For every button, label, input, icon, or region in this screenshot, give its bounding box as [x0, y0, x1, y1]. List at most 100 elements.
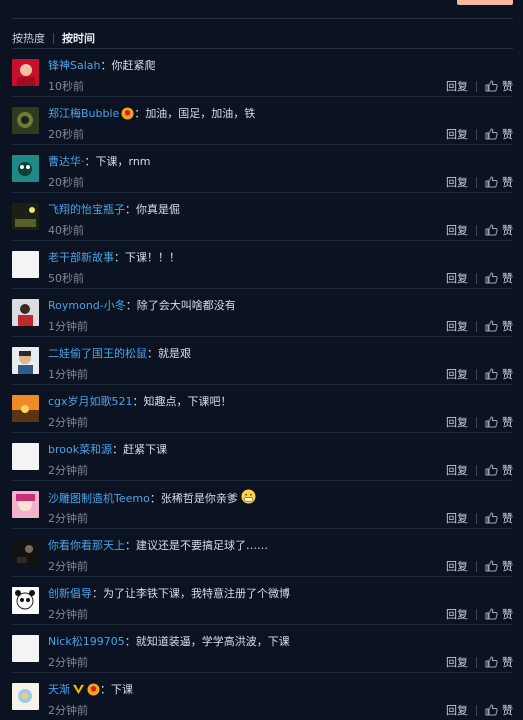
comment-actions: 回复 赞	[446, 126, 513, 142]
reply-button[interactable]: 回复	[446, 174, 468, 190]
sort-by-time-tab[interactable]: 按时间	[62, 30, 95, 46]
username-link[interactable]: 飞翔的怡宝瓶子	[48, 201, 125, 217]
user-avatar[interactable]	[12, 587, 39, 614]
thumbs-up-icon	[485, 416, 498, 428]
action-divider	[476, 464, 477, 476]
reply-button[interactable]: 回复	[446, 654, 468, 670]
like-label: 赞	[502, 464, 513, 477]
comment-list: 锋神Salah：你赶紧爬 10秒前 回复 赞 郑江梅Bubble：加油，国足，加…	[12, 48, 513, 720]
user-avatar[interactable]	[12, 107, 39, 134]
colon: ：	[149, 492, 161, 505]
username-link[interactable]: Roymond-小冬	[48, 297, 126, 313]
user-avatar[interactable]	[12, 203, 39, 230]
like-button[interactable]: 赞	[485, 366, 513, 382]
user-avatar[interactable]	[12, 635, 39, 662]
comment-time: 2分钟前	[48, 464, 88, 477]
action-divider	[476, 416, 477, 428]
like-button[interactable]: 赞	[485, 270, 513, 286]
comment-text: 下课，rnm	[95, 155, 151, 168]
like-button[interactable]: 赞	[485, 606, 513, 622]
user-avatar[interactable]	[12, 395, 39, 422]
like-button[interactable]: 赞	[485, 174, 513, 190]
comment-time: 20秒前	[48, 176, 84, 189]
username-link[interactable]: 你看你看那天上	[48, 537, 125, 553]
comment-text: 张稀哲是你亲爹	[160, 492, 238, 505]
sort-by-hot-tab[interactable]: 按热度	[12, 30, 45, 46]
reply-button[interactable]: 回复	[446, 78, 468, 94]
v-badge-icon	[72, 683, 85, 696]
username-link[interactable]: 沙雕图制造机Teemo	[48, 490, 150, 506]
like-label: 赞	[502, 608, 513, 621]
reply-button[interactable]: 回复	[446, 462, 468, 478]
comment-item: 创新倡导：为了让李铁下课，我特意注册了个微博 2分钟前 回复 赞	[12, 576, 513, 624]
username-link[interactable]: 天渐	[48, 681, 70, 697]
like-label: 赞	[502, 512, 513, 525]
like-button[interactable]: 赞	[485, 462, 513, 478]
thumbs-up-icon	[485, 464, 498, 476]
username-link[interactable]: 曹达华·	[48, 153, 85, 169]
comment-time: 2分钟前	[48, 608, 88, 621]
user-avatar[interactable]	[12, 155, 39, 182]
comment-line: 飞翔的怡宝瓶子：你真是倔	[48, 201, 180, 217]
username-link[interactable]: brook菜和源	[48, 441, 112, 457]
reply-button[interactable]: 回复	[446, 222, 468, 238]
username-link[interactable]: Nick松199705	[48, 633, 125, 649]
reply-button[interactable]: 回复	[446, 366, 468, 382]
comment-item: 二娃偷了国王的松鼠：就是艰 1分钟前 回复 赞	[12, 336, 513, 384]
reply-button[interactable]: 回复	[446, 606, 468, 622]
thumbs-up-icon	[485, 80, 498, 92]
like-button[interactable]: 赞	[485, 654, 513, 670]
like-button[interactable]: 赞	[485, 414, 513, 430]
username-link[interactable]: 老干部新故事	[48, 249, 114, 265]
comment-time: 2分钟前	[48, 416, 88, 429]
comment-actions: 回复 赞	[446, 558, 513, 574]
user-avatar[interactable]	[12, 491, 39, 518]
username-link[interactable]: cgx岁月如歌521	[48, 393, 133, 409]
comment-item: Nick松199705：就知道装逼，学学高洪波，下课 2分钟前 回复 赞	[12, 624, 513, 672]
user-avatar[interactable]	[12, 299, 39, 326]
colon: ：	[112, 443, 124, 456]
comment-item: 曹达华·：下课，rnm 20秒前 回复 赞	[12, 144, 513, 192]
user-avatar[interactable]	[12, 539, 39, 566]
user-avatar[interactable]	[12, 59, 39, 86]
like-button[interactable]: 赞	[485, 78, 513, 94]
like-button[interactable]: 赞	[485, 318, 513, 334]
reply-button[interactable]: 回复	[446, 318, 468, 334]
reply-button[interactable]: 回复	[446, 270, 468, 286]
reply-button[interactable]: 回复	[446, 702, 468, 718]
like-button[interactable]: 赞	[485, 558, 513, 574]
comment-line: 郑江梅Bubble ：加油，国足，加油，铁	[48, 105, 255, 121]
like-label: 赞	[502, 272, 513, 285]
action-divider	[476, 656, 477, 668]
reply-button[interactable]: 回复	[446, 414, 468, 430]
like-button[interactable]: 赞	[485, 702, 513, 718]
like-button[interactable]: 赞	[485, 126, 513, 142]
comment-item: 老干部新故事：下课！！！ 50秒前 回复 赞	[12, 240, 513, 288]
user-avatar[interactable]	[12, 443, 39, 470]
comment-line: Nick松199705：就知道装逼，学学高洪波，下课	[48, 633, 290, 649]
like-button[interactable]: 赞	[485, 222, 513, 238]
comment-text: 就知道装逼，学学高洪波，下课	[135, 635, 290, 648]
username-link[interactable]: 郑江梅Bubble	[48, 105, 119, 121]
comment-time: 20秒前	[48, 128, 84, 141]
like-button[interactable]: 赞	[485, 510, 513, 526]
reply-button[interactable]: 回复	[446, 126, 468, 142]
comment-text: 下课	[111, 683, 133, 696]
vip-badge-icon	[87, 682, 100, 696]
colon: ：	[114, 251, 125, 264]
user-avatar[interactable]	[12, 251, 39, 278]
username-link[interactable]: 二娃偷了国王的松鼠	[48, 345, 147, 361]
top-action-button[interactable]	[457, 0, 513, 5]
action-divider	[476, 176, 477, 188]
reply-button[interactable]: 回复	[446, 558, 468, 574]
thumbs-up-icon	[485, 656, 498, 668]
username-link[interactable]: 创新倡导	[48, 585, 92, 601]
user-avatar[interactable]	[12, 347, 39, 374]
colon: ：	[134, 107, 146, 120]
username-link[interactable]: 锋神Salah	[48, 57, 101, 73]
like-label: 赞	[502, 128, 513, 141]
reply-button[interactable]: 回复	[446, 510, 468, 526]
like-label: 赞	[502, 560, 513, 573]
user-avatar[interactable]	[12, 683, 39, 710]
thumbs-up-icon	[485, 704, 498, 716]
